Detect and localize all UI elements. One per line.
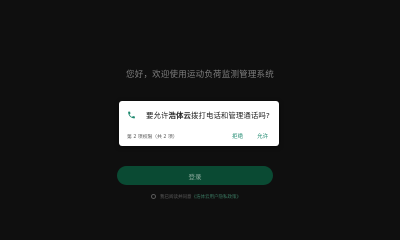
permission-counter: 第 2 项权限（共 2 项） <box>127 135 178 140</box>
agreement-prefix: 我已阅读并同意 <box>160 194 192 200</box>
login-button-label: 登录 <box>188 172 202 181</box>
dialog-title-prefix: 要允许 <box>146 111 169 120</box>
privacy-agreement: 我已阅读并同意 《浩体云用户隐私政策》 <box>151 192 241 201</box>
dialog-title: 要允许浩体云拨打电话和管理通话吗? <box>146 110 270 121</box>
permission-dialog: 要允许浩体云拨打电话和管理通话吗? 第 2 项权限（共 2 项） 拒绝 允许 <box>119 101 279 146</box>
dialog-title-suffix: 拨打电话和管理通话吗? <box>190 111 270 120</box>
welcome-text: 您好，欢迎使用运动负荷监测管理系统 <box>126 70 274 80</box>
deny-button[interactable]: 拒绝 <box>230 131 245 141</box>
phone-icon <box>128 111 135 119</box>
dialog-app-name: 浩体云 <box>168 111 191 120</box>
login-button[interactable]: 登录 <box>117 166 273 185</box>
login-screen: 您好，欢迎使用运动负荷监测管理系统 登录 我已阅读并同意 《浩体云用户隐私政策》… <box>0 0 400 240</box>
privacy-policy-link[interactable]: 《浩体云用户隐私政策》 <box>192 194 242 200</box>
allow-button[interactable]: 允许 <box>255 131 270 141</box>
agreement-radio[interactable] <box>151 194 156 199</box>
